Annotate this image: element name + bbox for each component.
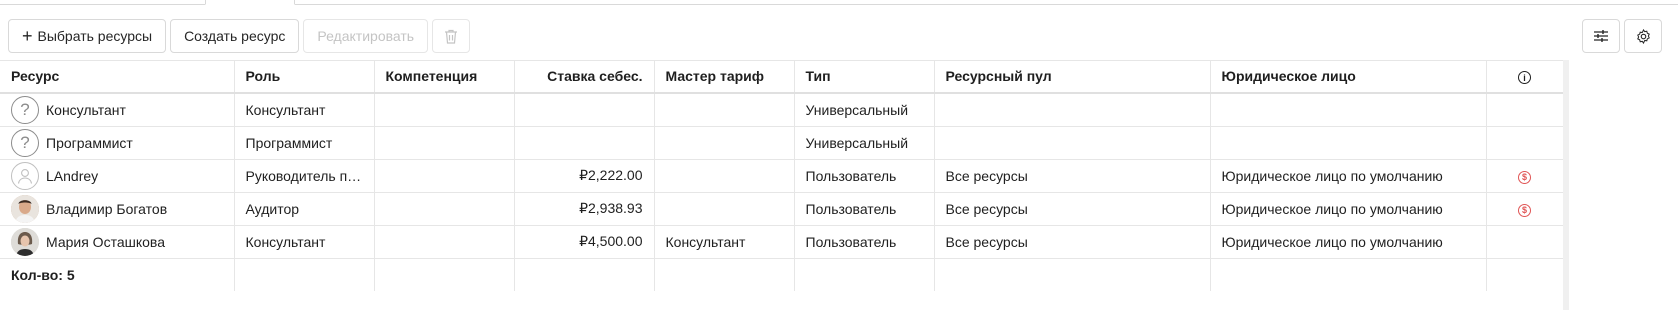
plus-icon: +	[22, 26, 33, 46]
delete-button[interactable]	[432, 19, 471, 53]
table-footer-row: Кол-во: 5	[0, 258, 1564, 291]
toolbar-right	[1582, 19, 1662, 53]
role-cell: Аудитор	[234, 192, 375, 226]
type-cell: Универсальный	[794, 126, 935, 160]
column-header-competence[interactable]: Компетенция	[374, 60, 515, 94]
table-row[interactable]: Владимир Богатов Аудитор ₽2,938.93 Польз…	[0, 192, 1564, 226]
legal-entity-cell: Юридическое лицо по умолчанию	[1210, 225, 1487, 259]
column-header-resource[interactable]: Ресурс	[0, 60, 235, 94]
status-cell	[1486, 126, 1564, 160]
legal-entity-cell	[1210, 93, 1487, 127]
status-cell	[1486, 225, 1564, 259]
resource-pool-cell: Все ресурсы	[934, 225, 1211, 259]
select-resources-button[interactable]: + Выбрать ресурсы	[8, 19, 167, 53]
table-row[interactable]: ? Консультант Консультант Универсальный	[0, 93, 1564, 127]
type-cell: Пользователь	[794, 225, 935, 259]
master-rate-cell: Консультант	[654, 225, 795, 259]
cost-rate-cell: ₽2,222.00	[514, 159, 655, 193]
question-icon: ?	[11, 95, 39, 124]
role-cell: Программист	[234, 126, 375, 160]
table-row[interactable]: LAndrey Руководитель пр... ₽2,222.00 Пол…	[0, 159, 1564, 193]
table-row[interactable]: Мария Осташкова Консультант ₽4,500.00 Ко…	[0, 225, 1564, 259]
legal-entity-cell	[1210, 126, 1487, 160]
competence-cell	[374, 159, 515, 193]
settings-button[interactable]	[1624, 19, 1662, 53]
resource-name: Программист	[46, 134, 133, 151]
competence-cell	[374, 192, 515, 226]
master-rate-cell	[654, 159, 795, 193]
sliders-icon	[1594, 30, 1608, 42]
toolbar: + Выбрать ресурсы Создать ресурс Редакти…	[8, 19, 471, 53]
tab-divider	[0, 4, 205, 5]
resource-pool-cell	[934, 93, 1211, 127]
trash-icon	[445, 29, 458, 44]
avatar	[11, 194, 39, 223]
select-resources-label: Выбрать ресурсы	[37, 28, 153, 44]
cost-warning-icon[interactable]: $	[1518, 170, 1531, 184]
gear-icon	[1636, 28, 1650, 44]
column-header-role[interactable]: Роль	[234, 60, 375, 94]
master-rate-cell	[654, 93, 795, 127]
row-count: Кол-во: 5	[0, 258, 235, 291]
competence-cell	[374, 126, 515, 160]
column-header-type[interactable]: Тип	[794, 60, 935, 94]
question-icon: ?	[11, 128, 39, 157]
resources-table: Ресурс Роль Компетенция Ставка себес. Ма…	[0, 60, 1678, 291]
tab-divider	[295, 4, 1678, 5]
status-cell: $	[1486, 192, 1564, 226]
legal-entity-cell: Юридическое лицо по умолчанию	[1210, 159, 1487, 193]
role-cell: Руководитель пр...	[234, 159, 375, 193]
table-row[interactable]: ? Программист Программист Универсальный	[0, 126, 1564, 160]
type-cell: Пользователь	[794, 192, 935, 226]
resource-pool-cell: Все ресурсы	[934, 159, 1211, 193]
competence-cell	[374, 93, 515, 127]
table-header-row: Ресурс Роль Компетенция Ставка себес. Ма…	[0, 60, 1564, 94]
active-tab-edge[interactable]	[205, 0, 295, 5]
resource-name: Консультант	[46, 101, 126, 118]
status-cell	[1486, 93, 1564, 127]
column-header-master-rate[interactable]: Мастер тариф	[654, 60, 795, 94]
type-cell: Универсальный	[794, 93, 935, 127]
competence-cell	[374, 225, 515, 259]
master-rate-cell	[654, 192, 795, 226]
legal-entity-cell: Юридическое лицо по умолчанию	[1210, 192, 1487, 226]
resource-name: Мария Осташкова	[46, 233, 165, 250]
column-header-info[interactable]: i	[1486, 60, 1564, 94]
filter-settings-button[interactable]	[1582, 19, 1620, 53]
master-rate-cell	[654, 126, 795, 160]
info-icon: i	[1518, 71, 1531, 85]
cost-rate-cell: ₽2,938.93	[514, 192, 655, 226]
cost-rate-cell	[514, 93, 655, 127]
column-header-legal-entity[interactable]: Юридическое лицо	[1210, 60, 1487, 94]
resource-name: LAndrey	[46, 167, 99, 184]
resource-pool-cell: Все ресурсы	[934, 192, 1211, 226]
vertical-scrollbar[interactable]	[1563, 60, 1569, 310]
avatar	[11, 227, 39, 256]
tab-strip	[0, 0, 1678, 5]
role-cell: Консультант	[234, 225, 375, 259]
create-resource-button[interactable]: Создать ресурс	[170, 19, 300, 53]
cost-rate-cell: ₽4,500.00	[514, 225, 655, 259]
resource-pool-cell	[934, 126, 1211, 160]
table-top-border	[0, 60, 1563, 61]
cost-rate-cell	[514, 126, 655, 160]
role-cell: Консультант	[234, 93, 375, 127]
cost-warning-icon[interactable]: $	[1518, 203, 1531, 217]
column-header-resource-pool[interactable]: Ресурсный пул	[934, 60, 1211, 94]
edit-button[interactable]: Редактировать	[303, 19, 429, 53]
column-header-cost-rate[interactable]: Ставка себес.	[514, 60, 655, 94]
resource-name: Владимир Богатов	[46, 200, 168, 217]
status-cell: $	[1486, 159, 1564, 193]
type-cell: Пользователь	[794, 159, 935, 193]
user-icon	[11, 161, 39, 190]
